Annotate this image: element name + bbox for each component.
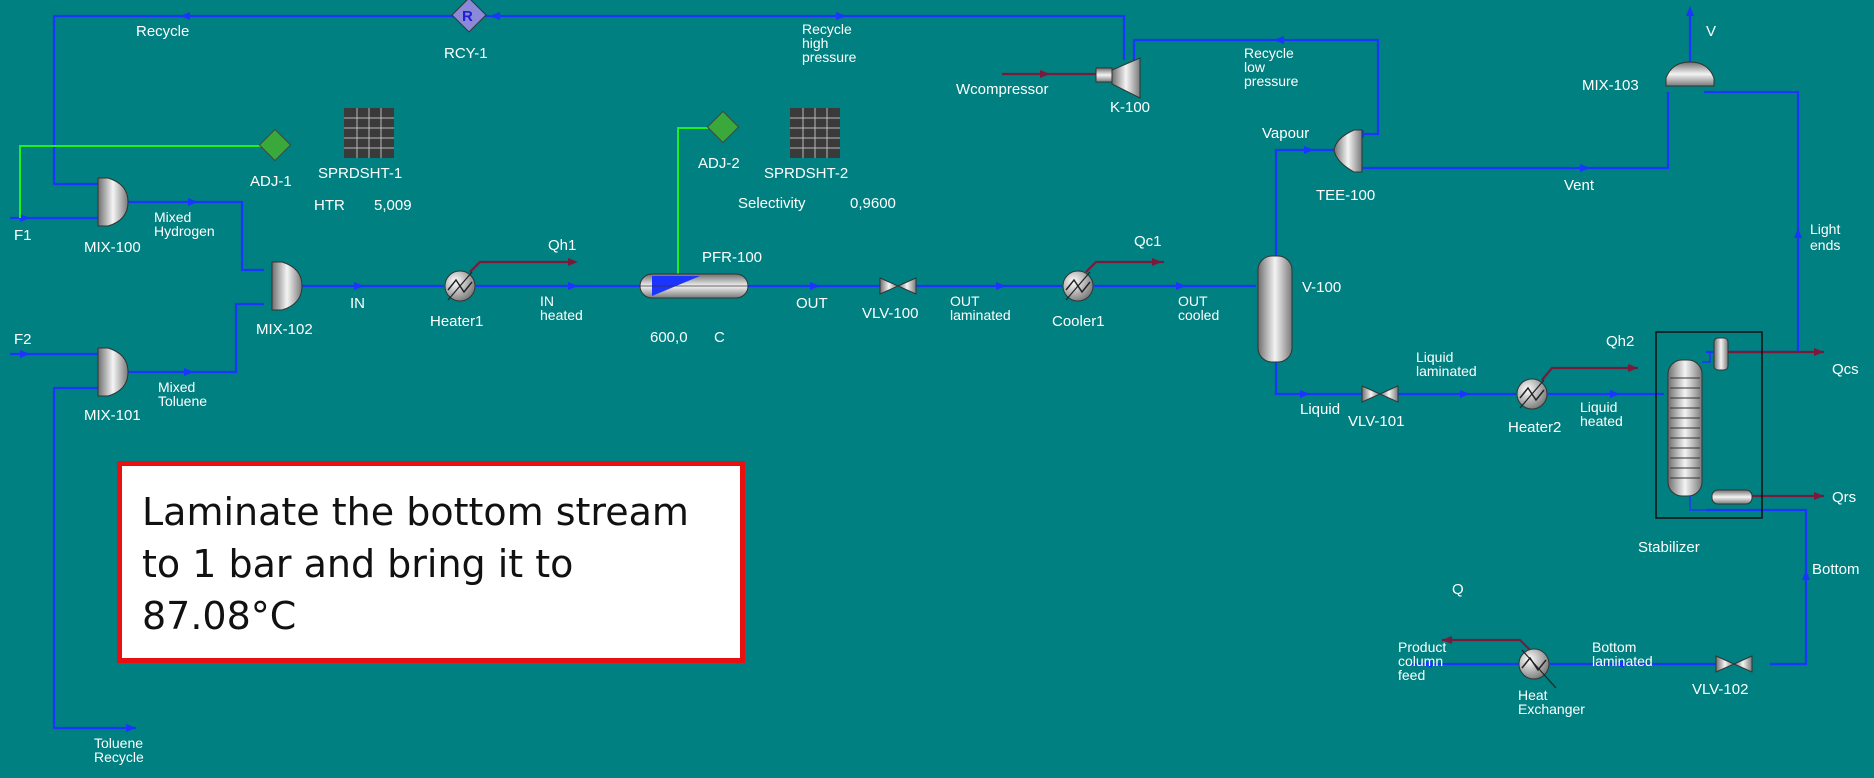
stream-toluene-recycle-2: Recycle [94,749,144,765]
heat-exchanger[interactable] [1518,648,1557,689]
stabilizer-column[interactable] [1655,331,1763,519]
stream-q: Q [1452,581,1464,598]
pfr100-label: PFR-100 [702,249,762,266]
adj2-label: ADJ-2 [698,155,740,172]
selectivity-label: Selectivity [738,195,806,212]
stream-light-ends-1: Light [1810,221,1840,237]
stream-qrs: Qrs [1832,489,1856,506]
stream-recycle: Recycle [136,23,189,40]
htr-label: HTR [314,197,345,214]
mix102-mixer[interactable] [271,261,303,311]
sprdsht1-label: SPRDSHT-1 [318,165,402,182]
sprdsht1-spreadsheet-icon[interactable] [344,108,394,158]
annotation-text: Laminate the bottom stream to 1 bar and … [142,490,689,638]
stream-liquid: Liquid [1300,401,1340,418]
stream-f2: F2 [14,331,32,348]
vlv101-label: VLV-101 [1348,413,1404,430]
stream-qc1: Qc1 [1134,233,1162,250]
tee100-splitter[interactable] [1333,129,1363,173]
rcy1-label: RCY-1 [444,45,488,62]
heat-exchanger-label-2: Exchanger [1518,701,1585,717]
stream-mixed-hydrogen-2: Hydrogen [154,223,215,239]
stream-vapour: Vapour [1262,125,1309,142]
heater1-label: Heater1 [430,313,483,330]
pfr100-reactor[interactable] [639,273,749,299]
rcy1-glyph: R [462,8,473,25]
stream-qh1: Qh1 [548,237,576,254]
mix101-label: MIX-101 [84,407,141,424]
v100-label: V-100 [1302,279,1341,296]
adj1-adjust-block[interactable] [258,128,292,162]
mix101-mixer[interactable] [97,347,129,397]
cooler1[interactable] [1062,270,1094,302]
htr-value: 5,009 [374,197,412,214]
stream-bottom: Bottom [1812,561,1860,578]
mix103-label: MIX-103 [1582,77,1639,94]
stream-product-column-feed-3: feed [1398,667,1425,683]
stream-liquid-heated-2: heated [1580,413,1623,429]
heater2-label: Heater2 [1508,419,1561,436]
stream-qh2: Qh2 [1606,333,1634,350]
v100-separator[interactable] [1257,255,1293,363]
stream-wcompressor: Wcompressor [956,81,1049,98]
stream-liquid-laminated-2: laminated [1416,363,1477,379]
pfr-temp: 600,0 [650,329,688,346]
heater2[interactable] [1516,378,1548,410]
mix100-label: MIX-100 [84,239,141,256]
stream-vent: Vent [1564,177,1595,194]
cooler1-label: Cooler1 [1052,313,1105,330]
k100-label: K-100 [1110,99,1150,116]
annotation-box: Laminate the bottom stream to 1 bar and … [117,461,745,663]
selectivity-value: 0,9600 [850,195,896,212]
stream-bottom-laminated-2: laminated [1592,653,1653,669]
vlv102-label: VLV-102 [1692,681,1748,698]
sprdsht2-spreadsheet-icon[interactable] [790,108,840,158]
stream-v: V [1706,23,1716,40]
adj2-adjust-block[interactable] [706,110,740,144]
stream-mixed-toluene-2: Toluene [158,393,207,409]
rcy1-recycle-block[interactable]: R [451,0,487,33]
vlv100-label: VLV-100 [862,305,918,322]
stream-light-ends-2: ends [1810,237,1840,253]
stream-qcs: Qcs [1832,361,1859,378]
stream-out-cooled-2: cooled [1178,307,1219,323]
stream-recycle-low-3: pressure [1244,73,1299,89]
vlv100-valve[interactable] [879,277,917,295]
mix102-label: MIX-102 [256,321,313,338]
stream-out-laminated-2: laminated [950,307,1011,323]
stream-in: IN [350,295,365,312]
vlv102-valve[interactable] [1715,655,1753,673]
sprdsht2-label: SPRDSHT-2 [764,165,848,182]
mix103-mixer[interactable] [1665,61,1715,87]
k100-compressor[interactable] [1095,57,1141,99]
mix100-mixer[interactable] [97,177,129,227]
stream-out: OUT [796,295,828,312]
stabilizer-label: Stabilizer [1638,539,1700,556]
stream-f1: F1 [14,227,32,244]
stream-recycle-high-3: pressure [802,49,857,65]
pfr-temp-unit: C [714,329,725,346]
stream-in-heated-2: heated [540,307,583,323]
adj1-label: ADJ-1 [250,173,292,190]
vlv101-valve[interactable] [1361,385,1399,403]
heater1[interactable] [444,270,476,302]
tee100-label: TEE-100 [1316,187,1375,204]
